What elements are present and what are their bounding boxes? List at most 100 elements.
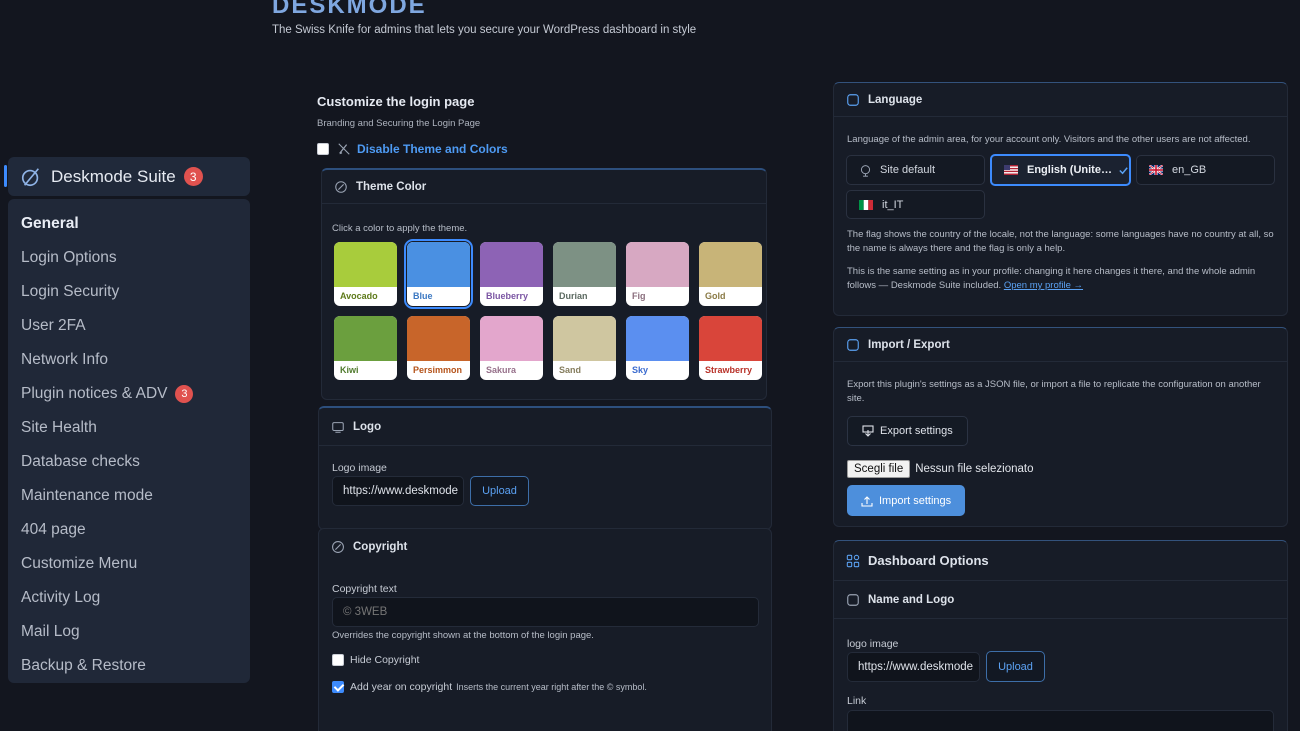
theme-color-header: Theme Color xyxy=(322,170,766,204)
swatch-color xyxy=(407,242,470,287)
swatch-durian[interactable]: Durian xyxy=(553,242,616,306)
lang-option-it-it[interactable]: it_IT xyxy=(846,190,985,219)
dashboard-upload-button[interactable]: Upload xyxy=(986,651,1045,682)
language-note-profile: This is the same setting as in your prof… xyxy=(847,265,1277,293)
globe-icon xyxy=(860,164,871,177)
sidebar-item-label: Database checks xyxy=(21,453,140,470)
sidebar-item-label: 404 page xyxy=(21,521,86,538)
lang-option-label: Site default xyxy=(880,164,936,176)
dashboard-options-header: Dashboard Options xyxy=(834,541,1287,581)
notices-badge: 3 xyxy=(175,385,194,403)
square-icon xyxy=(847,593,859,606)
login-page-title: Customize the login page xyxy=(317,94,475,109)
sidebar-item-user-2fa[interactable]: User 2FA xyxy=(8,309,250,343)
sidebar-item-mail-log[interactable]: Mail Log xyxy=(8,615,250,649)
import-export-description: Export this plugin's settings as a JSON … xyxy=(847,379,1261,404)
swatch-sand[interactable]: Sand xyxy=(553,316,616,380)
hide-copyright-checkbox[interactable] xyxy=(332,654,344,666)
import-settings-button[interactable]: Import settings xyxy=(847,485,966,516)
dashboard-link-input[interactable] xyxy=(847,710,1274,731)
lang-option-en-gb[interactable]: en_GB xyxy=(1136,155,1275,185)
brand-logo: DESKMODE xyxy=(272,0,427,19)
pencil-icon xyxy=(332,541,344,553)
dashboard-options-panel: Dashboard Options Name and Logo logo ima… xyxy=(833,540,1288,731)
sidebar-item-activity-log[interactable]: Activity Log xyxy=(8,581,250,615)
hide-copyright-row: Hide Copyright xyxy=(332,654,419,666)
export-settings-label: Export settings xyxy=(880,425,953,437)
swatch-color xyxy=(553,316,616,361)
year-copyright-row: Add year on copyright Inserts the curren… xyxy=(332,680,647,694)
swatch-sakura[interactable]: Sakura xyxy=(480,316,543,380)
open-profile-link[interactable]: Open my profile → xyxy=(1004,280,1083,291)
theme-color-title: Theme Color xyxy=(356,180,427,193)
dashboard-logo-label: logo image xyxy=(847,638,899,650)
logo-url-input[interactable]: https://www.deskmode xyxy=(332,476,464,506)
logo-header: Logo xyxy=(319,408,771,446)
sidebar: Deskmode Suite 3 General Login Options L… xyxy=(0,0,260,731)
swatch-strawberry[interactable]: Strawberry xyxy=(699,316,762,380)
sidebar-item-general[interactable]: General xyxy=(8,207,250,241)
disable-theme-label[interactable]: Disable Theme and Colors xyxy=(357,142,508,156)
no-file-selected: Nessun file selezionato xyxy=(915,463,1034,475)
sidebar-item-backup-restore[interactable]: Backup & Restore xyxy=(8,649,250,683)
language-description: Language of the admin area, for your acc… xyxy=(847,134,1251,145)
dashboard-link-label: Link xyxy=(847,695,867,707)
year-copyright-help: Inserts the current year right after the… xyxy=(456,682,647,692)
sidebar-item-network-info[interactable]: Network Info xyxy=(8,343,250,377)
file-input: Scegli file Nessun file selezionato xyxy=(847,460,1033,478)
disable-theme-checkbox[interactable] xyxy=(317,143,329,155)
swatch-color xyxy=(480,316,543,361)
swatch-label: Fig xyxy=(632,291,646,301)
copyright-text-input[interactable] xyxy=(332,597,759,627)
swatch-kiwi[interactable]: Kiwi xyxy=(334,316,397,380)
choose-file-button[interactable]: Scegli file xyxy=(847,460,911,478)
swatch-gold[interactable]: Gold xyxy=(699,242,762,306)
name-logo-title: Name and Logo xyxy=(868,593,955,606)
copyright-panel: Copyright Copyright text Overrides the c… xyxy=(318,528,772,731)
sidebar-item-maintenance-mode[interactable]: Maintenance mode xyxy=(8,479,250,513)
sidebar-item-login-options[interactable]: Login Options xyxy=(8,241,250,275)
swatch-label: Sand xyxy=(559,365,582,375)
language-note-flags: The flag shows the country of the locale… xyxy=(847,229,1274,254)
lang-option-site-default[interactable]: Site default xyxy=(846,155,985,185)
name-logo-header: Name and Logo xyxy=(834,581,1287,619)
swatch-fig[interactable]: Fig xyxy=(626,242,689,306)
lang-option-english[interactable]: English (Unite… xyxy=(990,154,1131,186)
sidebar-item-label: Login Security xyxy=(21,283,120,300)
lang-option-label: English (Unite… xyxy=(1027,164,1112,176)
swatch-color xyxy=(407,316,470,361)
image-icon xyxy=(332,421,344,433)
sidebar-item-label: Site Health xyxy=(21,419,97,436)
sidebar-item-label: General xyxy=(21,215,79,232)
sidebar-item-label: Activity Log xyxy=(21,589,101,606)
lang-option-label: it_IT xyxy=(882,198,904,211)
logo-image-label: Logo image xyxy=(332,462,387,474)
sidebar-item-site-health[interactable]: Site Health xyxy=(8,411,250,445)
us-flag-icon xyxy=(1004,165,1018,175)
swatch-color xyxy=(334,242,397,287)
logo-upload-button[interactable]: Upload xyxy=(470,476,529,506)
dashboard-options-title: Dashboard Options xyxy=(868,553,989,568)
sidebar-item-label: Customize Menu xyxy=(21,555,138,572)
swatch-grid: Avocado Blue Blueberry Durian Fig Gold Kiwi Per… xyxy=(334,239,762,380)
dashboard-logo-input[interactable]: https://www.deskmode xyxy=(847,652,980,682)
swatch-blueberry[interactable]: Blueberry xyxy=(480,242,543,306)
swatch-persimmon[interactable]: Persimmon xyxy=(407,316,470,380)
sidebar-item-404-page[interactable]: 404 page xyxy=(8,513,250,547)
year-copyright-checkbox[interactable] xyxy=(332,681,344,693)
swatch-color xyxy=(334,316,397,361)
sidebar-item-customize-menu[interactable]: Customize Menu xyxy=(8,547,250,581)
sidebar-item-label: Maintenance mode xyxy=(21,487,153,504)
export-settings-button[interactable]: Export settings xyxy=(847,416,968,446)
sidebar-item-label: User 2FA xyxy=(21,317,86,334)
import-export-title: Import / Export xyxy=(868,338,950,351)
sidebar-item-label: Mail Log xyxy=(21,623,80,640)
swatch-blue[interactable]: Blue xyxy=(404,239,473,309)
sidebar-item-database-checks[interactable]: Database checks xyxy=(8,445,250,479)
brush-icon xyxy=(335,180,347,193)
swatch-sky[interactable]: Sky xyxy=(626,316,689,380)
sidebar-item-login-security[interactable]: Login Security xyxy=(8,275,250,309)
sidebar-item-plugin-notices[interactable]: Plugin notices & ADV 3 xyxy=(8,377,250,411)
sidebar-suite-item[interactable]: Deskmode Suite 3 xyxy=(4,157,250,196)
swatch-avocado[interactable]: Avocado xyxy=(334,242,397,306)
